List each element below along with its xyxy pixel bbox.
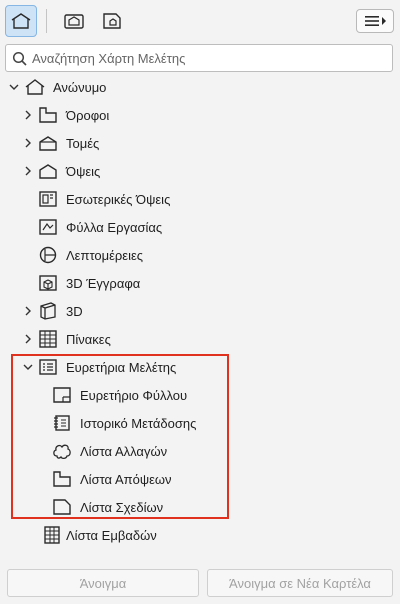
chevron-down-icon[interactable] <box>22 361 34 373</box>
tree-item-details[interactable]: Λεπτομέρειες <box>38 242 238 268</box>
area-list-icon <box>44 526 60 544</box>
project-map-tab[interactable] <box>5 5 37 37</box>
tree-item-elevations[interactable]: Όψεις <box>22 158 222 184</box>
tree-item-3d[interactable]: 3D <box>22 298 222 324</box>
tree-item-stories[interactable]: Όροφοι <box>22 102 222 128</box>
project-index-icon <box>39 359 57 375</box>
tree-item-schedules[interactable]: Πίνακες <box>22 326 222 352</box>
chevron-right-icon[interactable] <box>22 333 34 345</box>
3d-cube-icon <box>40 302 56 320</box>
toolbar-separator <box>46 9 47 33</box>
chevron-right-icon[interactable] <box>22 305 34 317</box>
change-list-icon <box>53 444 71 460</box>
tree-item-label: 3D <box>66 304 83 319</box>
project-map-icon <box>11 13 31 29</box>
house-icon <box>25 79 45 95</box>
tree-item-label: Ευρετήριο Φύλλου <box>80 388 188 403</box>
layout-book-tab[interactable] <box>96 5 128 37</box>
section-icon <box>39 136 57 151</box>
tree-item-label: Πίνακες <box>66 332 111 347</box>
chevron-right-icon[interactable] <box>22 165 34 177</box>
tree-item-label: Λίστα Απόψεων <box>80 472 172 487</box>
view-map-icon <box>64 14 84 29</box>
tree-item-transmittal-history[interactable]: Ιστορικό Μετάδοσης <box>52 410 232 436</box>
tree-item-3d-documents[interactable]: 3D Έγγραφα <box>38 270 238 296</box>
options-menu-button[interactable] <box>356 9 394 33</box>
detail-icon <box>39 246 57 264</box>
schedule-table-icon <box>39 330 57 348</box>
tree-item-label: Όψεις <box>66 164 101 179</box>
tree-item-project-indexes[interactable]: Ευρετήρια Μελέτης <box>22 354 222 380</box>
interior-elevation-icon <box>39 191 57 207</box>
search-input[interactable] <box>32 48 382 68</box>
view-list-icon <box>53 471 71 487</box>
sheet-index-icon <box>53 387 71 403</box>
tree-item-label: Όροφοι <box>66 108 110 123</box>
tree-item-sheet-index[interactable]: Ευρετήριο Φύλλου <box>52 382 232 408</box>
hamburger-menu-icon <box>365 16 386 26</box>
tree-item-label: Λεπτομέρειες <box>66 248 144 263</box>
chevron-right-icon[interactable] <box>22 109 34 121</box>
3d-document-icon <box>39 275 57 291</box>
navigator-toolbar <box>0 0 400 42</box>
transmittal-history-icon <box>54 415 70 431</box>
tree-item-worksheets[interactable]: Φύλλα Εργασίας <box>38 214 238 240</box>
tree-item-sections[interactable]: Τομές <box>22 130 222 156</box>
tree-item-label: Ιστορικό Μετάδοσης <box>80 416 197 431</box>
tree-item-label: Λίστα Αλλαγών <box>80 444 168 459</box>
drawing-list-icon <box>53 499 71 515</box>
footer-bar: Άνοιγμα Άνοιγμα σε Νέα Καρτέλα <box>0 562 400 604</box>
tree-item-drawing-list[interactable]: Λίστα Σχεδίων <box>52 494 232 520</box>
open-button[interactable]: Άνοιγμα <box>7 569 199 597</box>
tree-item-label: Εσωτερικές Όψεις <box>66 192 171 207</box>
tree-item-label: Τομές <box>66 136 100 151</box>
tree-item-label: 3D Έγγραφα <box>66 276 141 291</box>
tree-item-interior-elevations[interactable]: Εσωτερικές Όψεις <box>38 186 238 212</box>
tree-item-label: Φύλλα Εργασίας <box>66 220 163 235</box>
search-icon <box>12 51 27 66</box>
layout-book-icon <box>103 13 121 29</box>
open-in-new-tab-button[interactable]: Άνοιγμα σε Νέα Καρτέλα <box>207 569 393 597</box>
chevron-right-icon[interactable] <box>22 137 34 149</box>
tree-root-item[interactable]: Ανώνυμο <box>8 74 228 100</box>
tree-item-label: Ευρετήρια Μελέτης <box>66 360 177 375</box>
tree-item-area-list[interactable]: Λίστα Εμβαδών <box>42 522 232 548</box>
tree-item-label: Λίστα Σχεδίων <box>80 500 164 515</box>
tree-item-view-list[interactable]: Λίστα Απόψεων <box>52 466 232 492</box>
view-map-tab[interactable] <box>58 5 90 37</box>
tree-item-label: Λίστα Εμβαδών <box>66 528 157 543</box>
tree-item-change-list[interactable]: Λίστα Αλλαγών <box>52 438 232 464</box>
story-icon <box>39 107 57 123</box>
chevron-down-icon[interactable] <box>8 81 20 93</box>
search-box <box>5 44 393 72</box>
elevation-icon <box>39 164 57 179</box>
worksheet-icon <box>39 219 57 235</box>
tree-item-label: Ανώνυμο <box>53 80 107 95</box>
